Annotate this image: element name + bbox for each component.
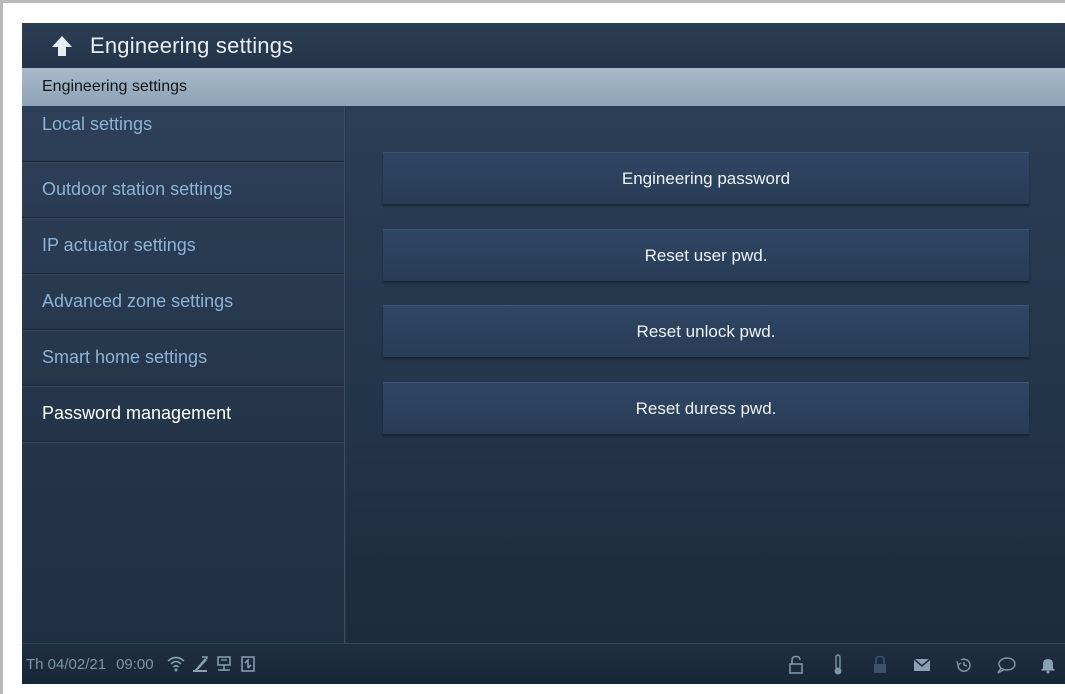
sidebar-item-label: Advanced zone settings xyxy=(42,291,234,311)
mail-icon[interactable] xyxy=(912,654,932,676)
main-content: Engineering password Reset user pwd. Res… xyxy=(346,106,1065,643)
screenshot-frame: Engineering settings Engineering setting… xyxy=(0,0,1065,694)
sidebar-item-label: Smart home settings xyxy=(42,347,208,367)
status-date: Th 04/02/21 xyxy=(26,655,107,673)
page-title: Engineering settings xyxy=(90,32,294,58)
network-icon xyxy=(214,654,234,674)
history-icon[interactable] xyxy=(954,654,974,676)
wifi-icon xyxy=(166,654,186,674)
status-right-group xyxy=(764,644,1065,684)
sidebar-item-outdoor-station-settings[interactable]: Outdoor station settings xyxy=(22,162,344,218)
button-label: Engineering password xyxy=(621,168,791,188)
sidebar-item-password-management[interactable]: Password management xyxy=(22,386,344,442)
sidebar-item-label: IP actuator settings xyxy=(42,235,196,255)
unlock-icon[interactable] xyxy=(786,654,806,676)
button-label: Reset unlock pwd. xyxy=(636,321,776,341)
status-left-group: Th 04/02/21 09:00 xyxy=(22,654,262,674)
lock-icon[interactable] xyxy=(870,654,890,676)
section-header: Engineering settings xyxy=(22,68,1065,106)
bell-icon[interactable] xyxy=(1038,654,1058,676)
sidebar-item-advanced-zone-settings[interactable]: Advanced zone settings xyxy=(22,274,344,330)
sd-card-icon xyxy=(238,654,258,674)
button-label: Reset duress pwd. xyxy=(635,398,777,418)
message-icon[interactable] xyxy=(996,654,1016,676)
section-title: Engineering settings xyxy=(42,78,187,95)
engineering-password-button[interactable]: Engineering password xyxy=(383,152,1029,204)
sidebar-item-label: Local settings xyxy=(42,114,153,134)
status-time: 09:00 xyxy=(116,655,154,673)
thermometer-icon[interactable] xyxy=(828,653,848,676)
sidebar-item-label: Password management xyxy=(42,403,232,423)
reset-user-pwd-button[interactable]: Reset user pwd. xyxy=(383,229,1029,281)
sidebar-item-smart-home-settings[interactable]: Smart home settings xyxy=(22,330,344,386)
sidebar-item-ip-actuator-settings[interactable]: IP actuator settings xyxy=(22,218,344,274)
button-label: Reset user pwd. xyxy=(644,245,768,265)
sidebar: Local settings Outdoor station settings … xyxy=(22,106,345,643)
panel-screen: Engineering settings Engineering setting… xyxy=(22,23,1065,684)
reset-unlock-pwd-button[interactable]: Reset unlock pwd. xyxy=(383,305,1029,357)
sidebar-item-local-settings[interactable]: Local settings xyxy=(22,106,344,162)
title-bar: Engineering settings xyxy=(22,23,1065,68)
status-bar: Th 04/02/21 09:00 xyxy=(22,643,1065,684)
reset-duress-pwd-button[interactable]: Reset duress pwd. xyxy=(383,382,1029,434)
sidebar-item-label: Outdoor station settings xyxy=(42,179,233,199)
tool-icon xyxy=(190,654,210,674)
back-arrow-icon[interactable] xyxy=(48,32,76,60)
